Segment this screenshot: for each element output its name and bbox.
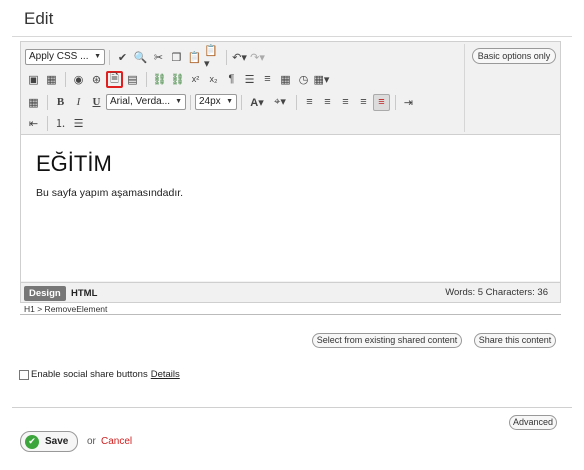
find-icon[interactable]: 🔍: [132, 49, 149, 66]
details-link[interactable]: Details: [151, 369, 180, 380]
justify-icon[interactable]: ≡: [355, 94, 372, 111]
or-text: or: [87, 436, 96, 447]
toolbar-row-1: Apply CSS ... ▼ ✔ 🔍 ✂ ❐ 📋 📋▾ ↶▾ ↷▾: [25, 45, 267, 70]
save-button[interactable]: ✔ Save: [20, 431, 78, 452]
checkmark-icon: ✔: [25, 434, 39, 449]
toolbar-separator: [296, 94, 297, 110]
toolbar-separator: [146, 71, 147, 87]
outdent-icon[interactable]: ⇤: [25, 115, 42, 132]
toolbar-row-4: ⇤ ⒈ ☰: [25, 113, 88, 133]
toolbar-separator: [47, 115, 48, 131]
template-icon[interactable]: ▤: [124, 71, 141, 88]
bottom-divider: [12, 407, 572, 408]
share-content-button[interactable]: Share this content: [474, 333, 556, 348]
cancel-link[interactable]: Cancel: [101, 436, 132, 447]
select-shared-content-button[interactable]: Select from existing shared content: [312, 333, 462, 348]
editor-toolbar: Apply CSS ... ▼ ✔ 🔍 ✂ ❐ 📋 📋▾ ↶▾ ↷▾ ▣ ▦ ◉…: [21, 42, 560, 134]
tab-html[interactable]: HTML: [71, 286, 97, 301]
tab-design[interactable]: Design: [24, 286, 66, 301]
font-family-value: Arial, Verda...: [110, 96, 171, 107]
toolbar-separator: [241, 94, 242, 110]
bold-icon[interactable]: B: [52, 94, 69, 111]
word-character-count: Words: 5 Characters: 36: [445, 287, 548, 298]
superscript-icon[interactable]: x²: [187, 71, 204, 88]
toolbar-separator: [190, 94, 191, 110]
grid-icon[interactable]: ▦: [25, 94, 42, 111]
content-heading[interactable]: EĞİTİM: [36, 151, 112, 177]
toolbar-separator: [109, 49, 110, 65]
basic-options-button[interactable]: Basic options only: [472, 48, 556, 64]
toolbar-separator: [65, 71, 66, 87]
social-share-checkbox[interactable]: [19, 369, 29, 380]
clock-icon[interactable]: ◷: [295, 71, 312, 88]
paragraph-icon[interactable]: ¶: [223, 71, 240, 88]
highlight-icon[interactable]: ⌖▾: [269, 94, 291, 111]
toolbar-separator: [226, 49, 227, 65]
chevron-down-icon: ▼: [175, 98, 182, 105]
editor-status-bar: Design HTML Words: 5 Characters: 36: [21, 282, 560, 302]
content-paragraph[interactable]: Bu sayfa yapım aşamasındadır.: [36, 187, 183, 199]
toolbar-row-2: ▣ ▦ ◉ ⊛ 🗎 ▤ ⛓ ⛓ x² x₂ ¶ ☰ ≡ ▦ ◷ ▦▾: [25, 69, 331, 89]
insert-form-icon[interactable]: ☰: [241, 71, 258, 88]
chevron-down-icon: ▼: [94, 53, 101, 60]
element-path: H1 > RemoveElement: [24, 304, 108, 314]
apply-css-select[interactable]: Apply CSS ... ▼: [25, 49, 105, 65]
page-title: Edit: [24, 9, 54, 28]
rich-text-editor: Apply CSS ... ▼ ✔ 🔍 ✂ ❐ 📋 📋▾ ↶▾ ↷▾ ▣ ▦ ◉…: [20, 41, 561, 303]
ordered-list-icon[interactable]: ⒈: [52, 115, 69, 132]
table-properties-icon[interactable]: ▦: [277, 71, 294, 88]
advanced-button[interactable]: Advanced: [509, 415, 557, 430]
redo-icon[interactable]: ↷▾: [249, 49, 266, 66]
flash-icon[interactable]: ◉: [70, 71, 87, 88]
title-divider: [12, 36, 572, 37]
copy-icon[interactable]: ❐: [168, 49, 185, 66]
font-color-icon[interactable]: A▾: [246, 94, 268, 111]
image-icon[interactable]: ▣: [25, 71, 42, 88]
unordered-list-icon[interactable]: ☰: [70, 115, 87, 132]
image-gallery-icon[interactable]: ▦: [43, 71, 60, 88]
toolbar-row-3: ▦ B I U Arial, Verda... ▼ 24px ▼ A▾ ⌖▾ ≡…: [25, 92, 418, 112]
paste-options-icon[interactable]: 📋▾: [204, 45, 221, 70]
toolbar-separator: [395, 94, 396, 110]
align-left-icon[interactable]: ≡: [301, 94, 318, 111]
undo-icon[interactable]: ↶▾: [231, 49, 248, 66]
unlink-icon[interactable]: ⛓: [169, 71, 186, 88]
underline-icon[interactable]: U: [88, 94, 105, 111]
subscript-icon[interactable]: x₂: [205, 71, 222, 88]
editor-content-area[interactable]: EĞİTİM Bu sayfa yapım aşamasındadır.: [21, 134, 560, 281]
toolbar-divider: [464, 44, 465, 132]
cut-icon[interactable]: ✂: [150, 49, 167, 66]
align-text-icon[interactable]: ≡: [259, 71, 276, 88]
paste-icon[interactable]: 📋: [186, 49, 203, 66]
font-family-select[interactable]: Arial, Verda... ▼: [106, 94, 186, 110]
font-size-value: 24px: [199, 96, 221, 107]
social-share-label: Enable social share buttons: [31, 369, 148, 380]
font-size-select[interactable]: 24px ▼: [195, 94, 237, 110]
toolbar-separator: [47, 94, 48, 110]
strike-icon[interactable]: ≡: [373, 93, 390, 111]
spellcheck-icon[interactable]: ✔: [114, 49, 131, 66]
apply-css-value: Apply CSS ...: [29, 51, 89, 62]
indent-icon[interactable]: ⇥: [400, 94, 417, 111]
table-icon[interactable]: ▦▾: [313, 71, 330, 88]
social-share-option: Enable social share buttons Details: [19, 369, 180, 380]
align-center-icon[interactable]: ≡: [319, 94, 336, 111]
media-icon[interactable]: ⊛: [88, 71, 105, 88]
path-divider: [20, 314, 561, 315]
link-icon[interactable]: ⛓: [151, 71, 168, 88]
chevron-down-icon: ▼: [226, 98, 233, 105]
align-right-icon[interactable]: ≡: [337, 94, 354, 111]
save-label: Save: [45, 436, 69, 447]
insert-document-icon[interactable]: 🗎: [106, 70, 123, 88]
italic-icon[interactable]: I: [70, 94, 87, 111]
